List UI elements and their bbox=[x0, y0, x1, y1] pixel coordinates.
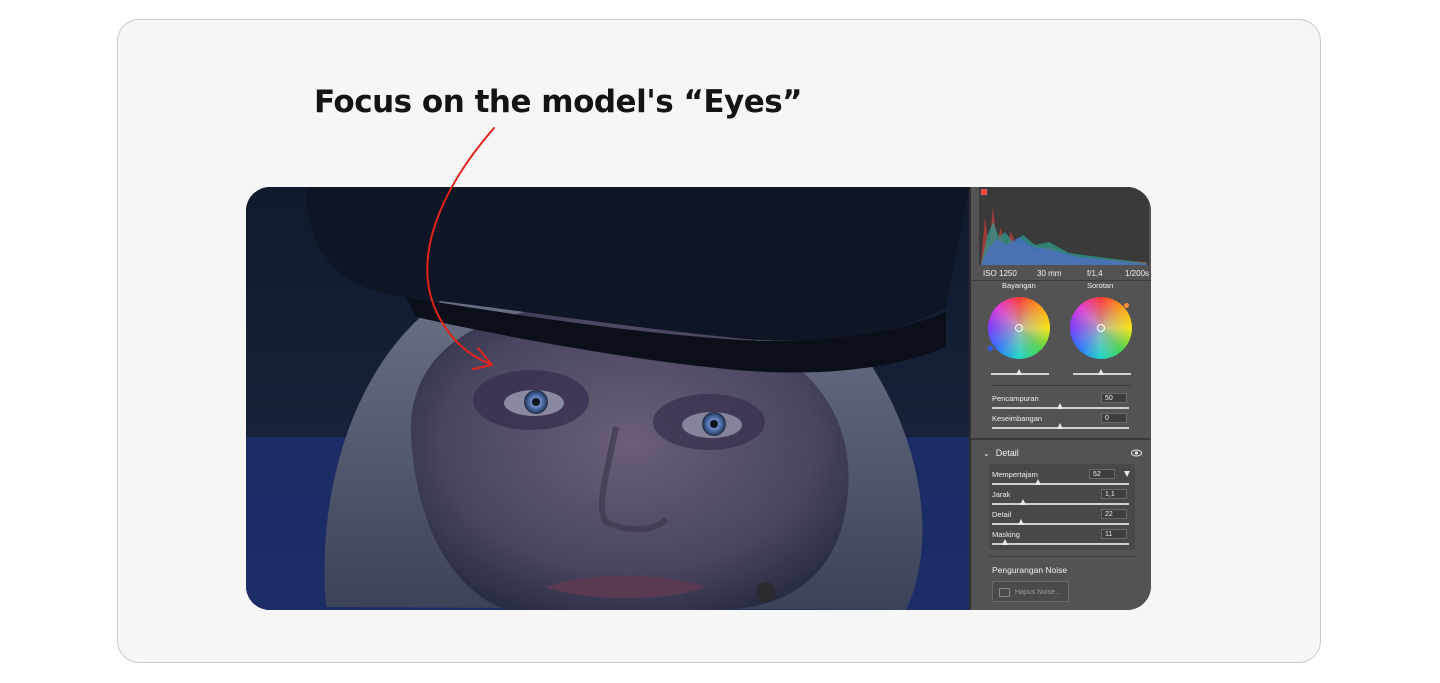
exif-focal-length: 30 mm bbox=[1037, 269, 1062, 278]
detail-amount-thumb[interactable] bbox=[1018, 519, 1024, 525]
highlights-luminance-thumb[interactable] bbox=[1098, 369, 1104, 375]
headline: Focus on the model's “Eyes” bbox=[314, 84, 803, 120]
section-divider bbox=[971, 438, 1151, 440]
shadows-hue-dot[interactable] bbox=[988, 346, 993, 351]
divider bbox=[971, 280, 1151, 281]
eye-visibility-icon[interactable] bbox=[1131, 449, 1142, 457]
balance-label: Keseimbangan bbox=[992, 414, 1043, 423]
histogram bbox=[979, 187, 1149, 265]
masking-thumb[interactable] bbox=[1002, 539, 1008, 545]
histogram-graph bbox=[981, 189, 1147, 265]
exif-shutter: 1/200s bbox=[1125, 269, 1150, 278]
portrait-illustration bbox=[246, 187, 969, 610]
blending-thumb[interactable] bbox=[1057, 403, 1063, 409]
masking-slider[interactable] bbox=[992, 543, 1129, 545]
divider bbox=[989, 556, 1135, 557]
detail-section-title: Detail bbox=[995, 448, 1019, 458]
highlights-label: Sorotan bbox=[1087, 281, 1114, 290]
remove-noise-button-label: Hapus Noise... bbox=[1015, 589, 1061, 596]
masking-label: Masking bbox=[992, 530, 1020, 539]
radius-thumb[interactable] bbox=[1020, 499, 1026, 505]
balance-thumb[interactable] bbox=[1057, 423, 1063, 429]
denoise-icon bbox=[999, 588, 1010, 597]
shadows-luminance-thumb[interactable] bbox=[1016, 369, 1022, 375]
highlights-color-wheel[interactable] bbox=[1070, 297, 1132, 359]
balance-value[interactable]: 0 bbox=[1101, 413, 1127, 423]
shadows-color-wheel[interactable] bbox=[988, 297, 1050, 359]
blending-value[interactable]: 50 bbox=[1101, 393, 1127, 403]
detail-section-header[interactable]: ⌄ Detail bbox=[983, 448, 1019, 458]
exif-iso: ISO 1250 bbox=[983, 269, 1017, 278]
sharpen-thumb[interactable] bbox=[1035, 479, 1041, 485]
radius-value[interactable]: 1,1 bbox=[1101, 489, 1127, 499]
adjustment-panel: ISO 1250 30 mm f/1,4 1/200s Bayangan Sor… bbox=[969, 187, 1151, 610]
triangle-down-icon[interactable] bbox=[1124, 471, 1130, 477]
highlights-hue-dot[interactable] bbox=[1124, 303, 1129, 308]
chevron-down-icon: ⌄ bbox=[983, 449, 990, 458]
radius-label: Jarak bbox=[992, 490, 1011, 499]
detail-amount-slider[interactable] bbox=[992, 523, 1129, 525]
editor-screenshot: ISO 1250 30 mm f/1,4 1/200s Bayangan Sor… bbox=[246, 187, 1151, 610]
sharpen-value[interactable]: 52 bbox=[1089, 469, 1115, 479]
remove-noise-button[interactable]: Hapus Noise... bbox=[992, 581, 1069, 602]
detail-amount-value[interactable]: 22 bbox=[1101, 509, 1127, 519]
shadows-label: Bayangan bbox=[1002, 281, 1036, 290]
detail-amount-label: Detail bbox=[992, 510, 1012, 519]
clipping-warning-icon bbox=[981, 189, 987, 195]
exif-info: ISO 1250 30 mm f/1,4 1/200s bbox=[971, 267, 1151, 281]
noise-reduction-label: Pengurangan Noise bbox=[992, 565, 1068, 575]
masking-value[interactable]: 11 bbox=[1101, 529, 1127, 539]
sharpen-slider[interactable] bbox=[992, 483, 1129, 485]
radius-slider[interactable] bbox=[992, 503, 1129, 505]
blending-label: Pencampuran bbox=[992, 394, 1039, 403]
portrait-photo bbox=[246, 187, 969, 610]
sharpen-label: Mempertajam bbox=[992, 470, 1038, 479]
divider bbox=[991, 385, 1131, 386]
exif-aperture: f/1,4 bbox=[1087, 269, 1103, 278]
